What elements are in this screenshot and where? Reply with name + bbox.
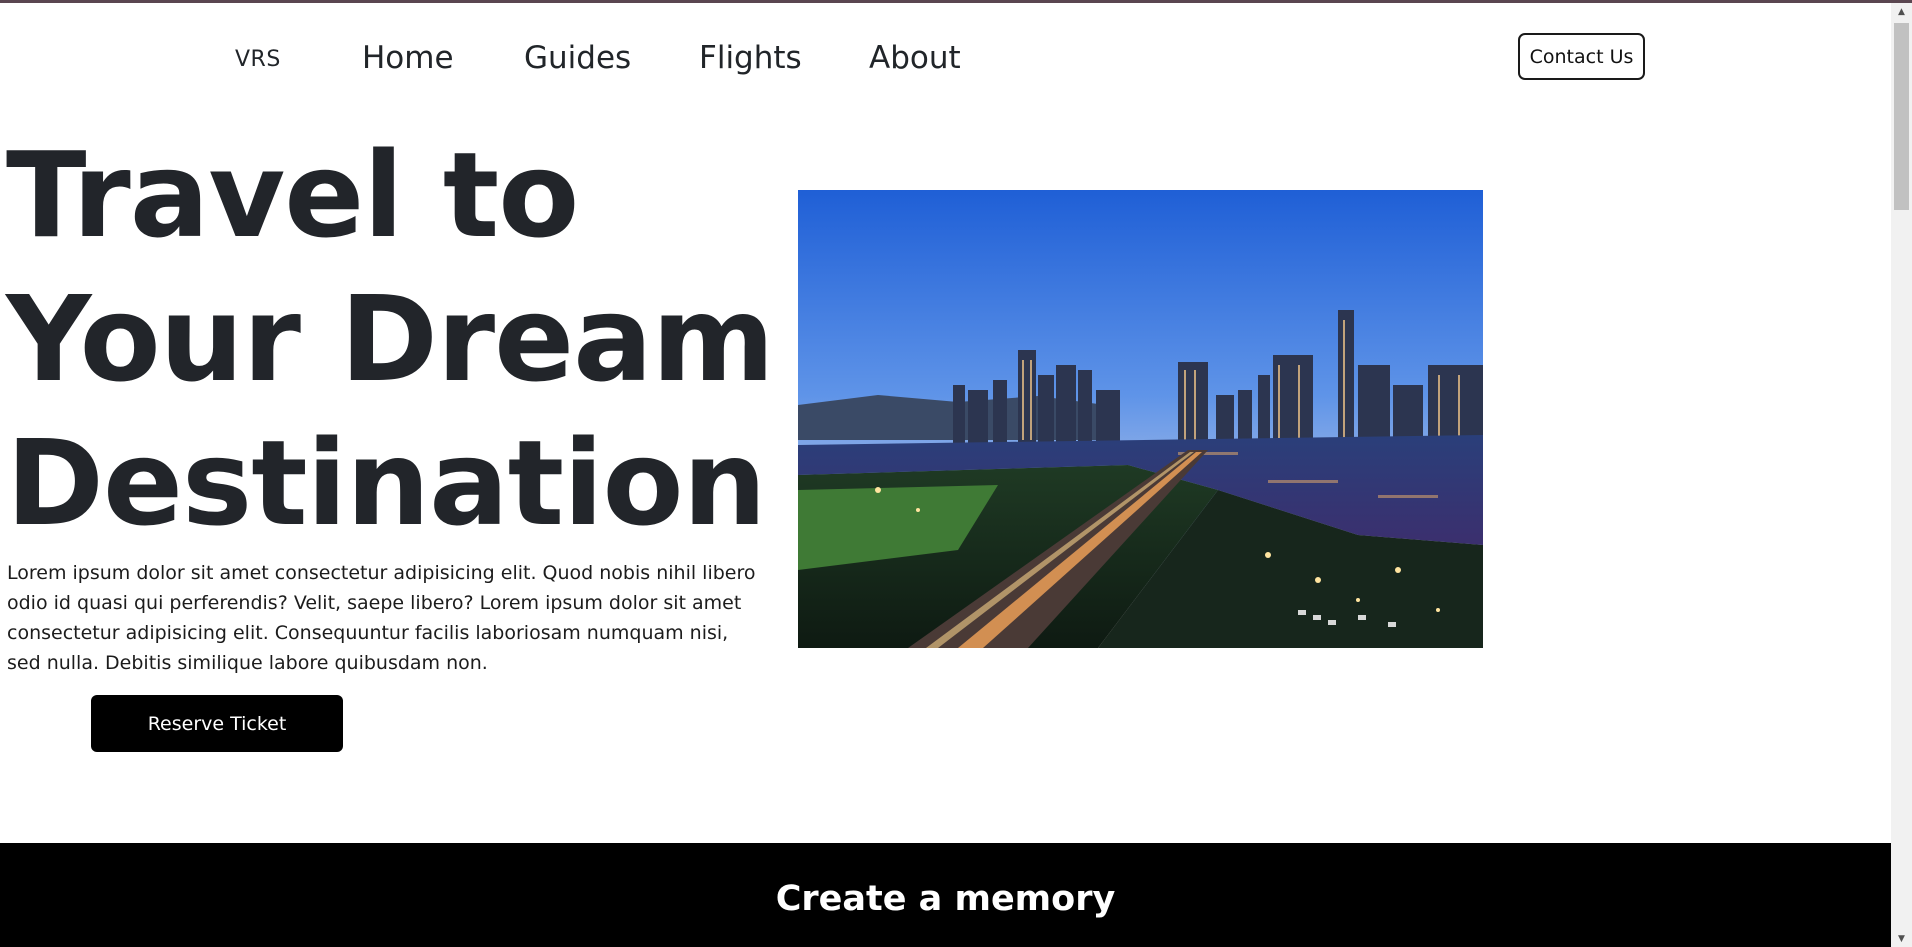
hero-description: Lorem ipsum dolor sit amet consectetur a… — [7, 562, 756, 674]
hero-title-line: Travel to — [6, 126, 579, 264]
brand-logo[interactable]: VRS — [235, 47, 281, 72]
city-skyline-image — [798, 190, 1483, 648]
hero-title-line: Your Dream — [6, 270, 775, 408]
reserve-ticket-button[interactable]: Reserve Ticket — [91, 695, 343, 752]
contact-us-button[interactable]: Contact Us — [1518, 33, 1645, 80]
memory-section: Create a memory — [0, 843, 1891, 947]
scroll-down-arrow-icon[interactable]: ▼ — [1891, 930, 1912, 947]
nav-link-home[interactable]: Home — [362, 40, 454, 76]
scrollbar-thumb[interactable] — [1894, 23, 1909, 210]
page: VRS Home Guides Flights About Contact Us… — [0, 3, 1891, 947]
nav-link-about[interactable]: About — [869, 40, 961, 76]
scroll-up-arrow-icon[interactable]: ▲ — [1891, 3, 1912, 20]
section-title: Create a memory — [775, 879, 1116, 919]
nav-link-flights[interactable]: Flights — [699, 40, 802, 76]
hero-title: Travel to Your Dream Destination — [6, 123, 775, 555]
vertical-scrollbar[interactable]: ▲ ▼ — [1891, 3, 1912, 947]
hero-title-line: Destination — [6, 414, 767, 552]
nav-link-guides[interactable]: Guides — [524, 40, 631, 76]
